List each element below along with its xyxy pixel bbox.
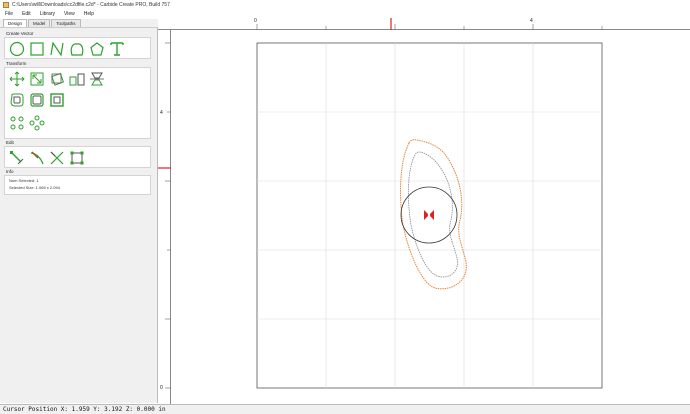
status-bar: Cursor Position X: 1.959 Y: 3.192 Z: 0.0… [0, 404, 690, 414]
cursor-position: Cursor Position X: 1.959 Y: 3.192 Z: 0.0… [3, 406, 166, 413]
ruler-top[interactable]: 0 4 [158, 18, 690, 30]
polyline-icon[interactable] [49, 41, 65, 57]
menu-edit[interactable]: Edit [22, 11, 31, 17]
rectangle-icon[interactable] [29, 41, 45, 57]
circle-icon[interactable] [9, 41, 25, 57]
mirror-icon[interactable] [69, 71, 85, 87]
ruler-top-ticks [256, 18, 603, 30]
scale-icon[interactable] [29, 71, 45, 87]
ruler-left-ticks [158, 42, 171, 389]
menu-view[interactable]: View [64, 11, 75, 17]
create-vector-group [4, 37, 151, 59]
knife-icon[interactable] [29, 150, 45, 166]
menu-bar: File Edit Library View Help [0, 9, 690, 18]
array-icon[interactable] [9, 115, 25, 131]
menu-help[interactable]: Help [84, 11, 94, 17]
menu-library[interactable]: Library [40, 11, 55, 17]
polygon-icon[interactable] [89, 41, 105, 57]
app-icon [3, 1, 9, 8]
selected-size: Selected Size: 1.065 x 2.094 [9, 185, 60, 190]
boolean-icon[interactable] [29, 92, 45, 108]
ruler-left[interactable]: 4 0 [158, 30, 171, 404]
node-edit-icon[interactable] [9, 150, 25, 166]
tab-design[interactable]: Design [3, 19, 28, 27]
text-icon[interactable] [109, 41, 125, 57]
transform-group [4, 67, 151, 139]
tab-model[interactable]: Model [28, 19, 51, 27]
window-title: C:\Users\will\Downloads\cc2dfile.c2d* - … [12, 1, 170, 8]
trim-icon[interactable] [49, 150, 65, 166]
ruler-left-label-4: 4 [160, 110, 163, 116]
ruler-top-label-0: 0 [254, 18, 257, 24]
align-icon[interactable] [89, 71, 105, 87]
bounding-box-icon[interactable] [69, 150, 85, 166]
offset-icon[interactable] [9, 92, 25, 108]
circular-array-icon[interactable] [29, 115, 45, 131]
create-vector-title: Create Vector [6, 31, 34, 36]
menu-file[interactable]: File [5, 11, 13, 17]
move-icon[interactable] [9, 71, 25, 87]
rotate-icon[interactable] [49, 71, 65, 87]
canvas-svg [256, 42, 603, 389]
design-canvas[interactable] [171, 30, 690, 404]
title-bar: C:\Users\will\Downloads\cc2dfile.c2d* - … [0, 0, 690, 9]
join-icon[interactable] [49, 92, 65, 108]
ruler-top-label-4: 4 [530, 18, 533, 24]
transform-title: Transform [6, 61, 27, 66]
edit-title: Edit [6, 140, 14, 145]
num-selected: Num Selected: 1 [9, 178, 39, 183]
tab-toolpaths[interactable]: Toolpaths [51, 19, 81, 27]
edit-group [4, 146, 151, 168]
left-panel: Create Vector Transform Edit Info Num Se… [0, 28, 158, 403]
tab-bar: Design Model Toolpaths [0, 19, 158, 28]
info-title: Info [6, 169, 14, 174]
curve-icon[interactable] [69, 41, 85, 57]
ruler-left-label-0: 0 [160, 385, 163, 391]
